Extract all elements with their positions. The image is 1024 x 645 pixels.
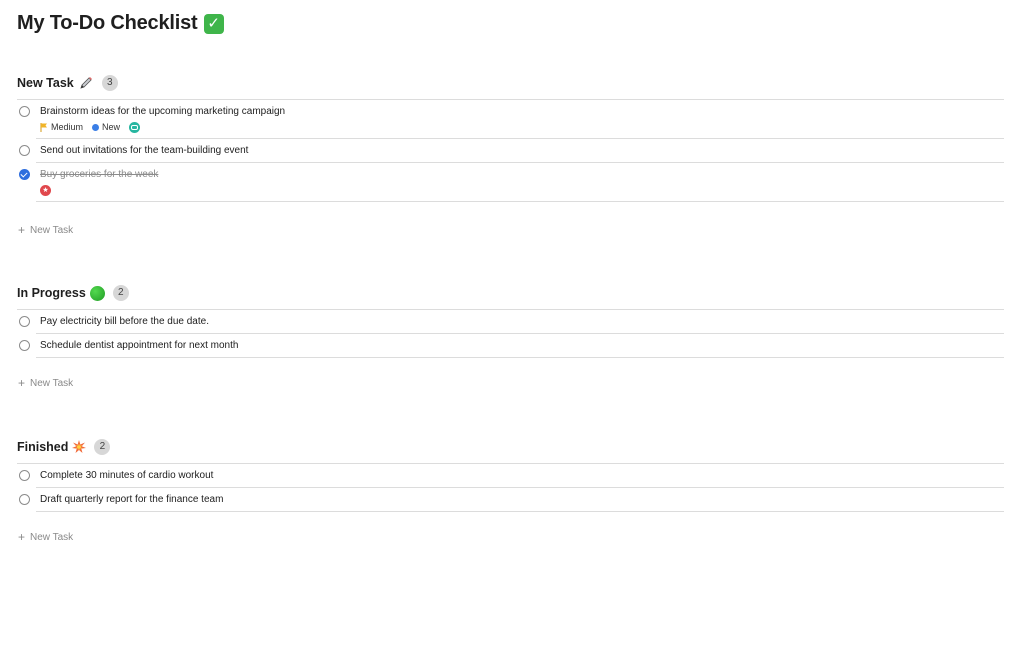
task-meta: Medium New [40,119,1004,139]
task-checkbox[interactable] [19,494,30,505]
task-title[interactable]: Pay electricity bill before the due date… [40,316,209,327]
section-finished: Finished 2 Complete 30 minutes of cardio… [17,436,1004,512]
task-count-badge: 2 [94,439,111,455]
task-row[interactable]: Send out invitations for the team-buildi… [17,139,1004,163]
page-title: My To-Do Checklist ✓ [17,12,224,35]
task-title[interactable]: Complete 30 minutes of cardio workout [40,470,213,481]
section-in-progress: In Progress 2 Pay electricity bill befor… [17,282,1004,358]
burst-icon [72,440,87,454]
task-title[interactable]: Schedule dentist appointment for next mo… [40,340,238,351]
task-checkbox[interactable] [19,145,30,156]
status-chip[interactable]: New [92,122,120,132]
section-header: New Task 3 [17,72,1004,100]
task-row[interactable]: Complete 30 minutes of cardio workout [17,464,1004,488]
task-meta: ★ [40,182,1004,202]
checklist-page: My To-Do Checklist ✓ New Task 3 Brainsto… [0,0,1024,645]
new-task-button[interactable]: + New Task [18,376,73,390]
new-task-button[interactable]: + New Task [18,223,73,237]
plus-icon: + [18,376,26,390]
priority-chip[interactable]: Medium [40,122,83,132]
check-mark-icon: ✓ [203,13,224,34]
task-checkbox[interactable] [19,340,30,351]
section-header: In Progress 2 [17,282,1004,310]
status-dot-icon [92,123,100,131]
task-checkbox-checked[interactable] [19,169,30,180]
section-new-task: New Task 3 Brainstorm ideas for the upco… [17,72,1004,202]
task-row[interactable]: Pay electricity bill before the due date… [17,310,1004,334]
green-circle-icon [89,285,105,301]
task-row[interactable]: Buy groceries for the week ★ [17,163,1004,202]
section-header: Finished 2 [17,436,1004,464]
pencil-icon [78,75,94,91]
task-count-badge: 3 [101,75,118,91]
task-row[interactable]: Schedule dentist appointment for next mo… [17,334,1004,358]
flag-icon [40,122,47,132]
task-checkbox[interactable] [19,106,30,117]
task-title[interactable]: Send out invitations for the team-buildi… [40,145,248,156]
plus-icon: + [18,530,26,544]
star-icon[interactable]: ★ [40,184,51,196]
task-title[interactable]: Draft quarterly report for the finance t… [40,494,223,505]
task-checkbox[interactable] [19,470,30,481]
task-title[interactable]: Brainstorm ideas for the upcoming market… [40,106,285,117]
task-row[interactable]: Draft quarterly report for the finance t… [17,488,1004,512]
task-title[interactable]: Buy groceries for the week [40,169,158,180]
new-task-button[interactable]: + New Task [18,530,73,544]
task-count-badge: 2 [112,285,129,301]
task-checkbox[interactable] [19,316,30,327]
task-row[interactable]: Brainstorm ideas for the upcoming market… [17,100,1004,139]
tag-icon[interactable] [129,121,141,133]
plus-icon: + [18,223,26,237]
